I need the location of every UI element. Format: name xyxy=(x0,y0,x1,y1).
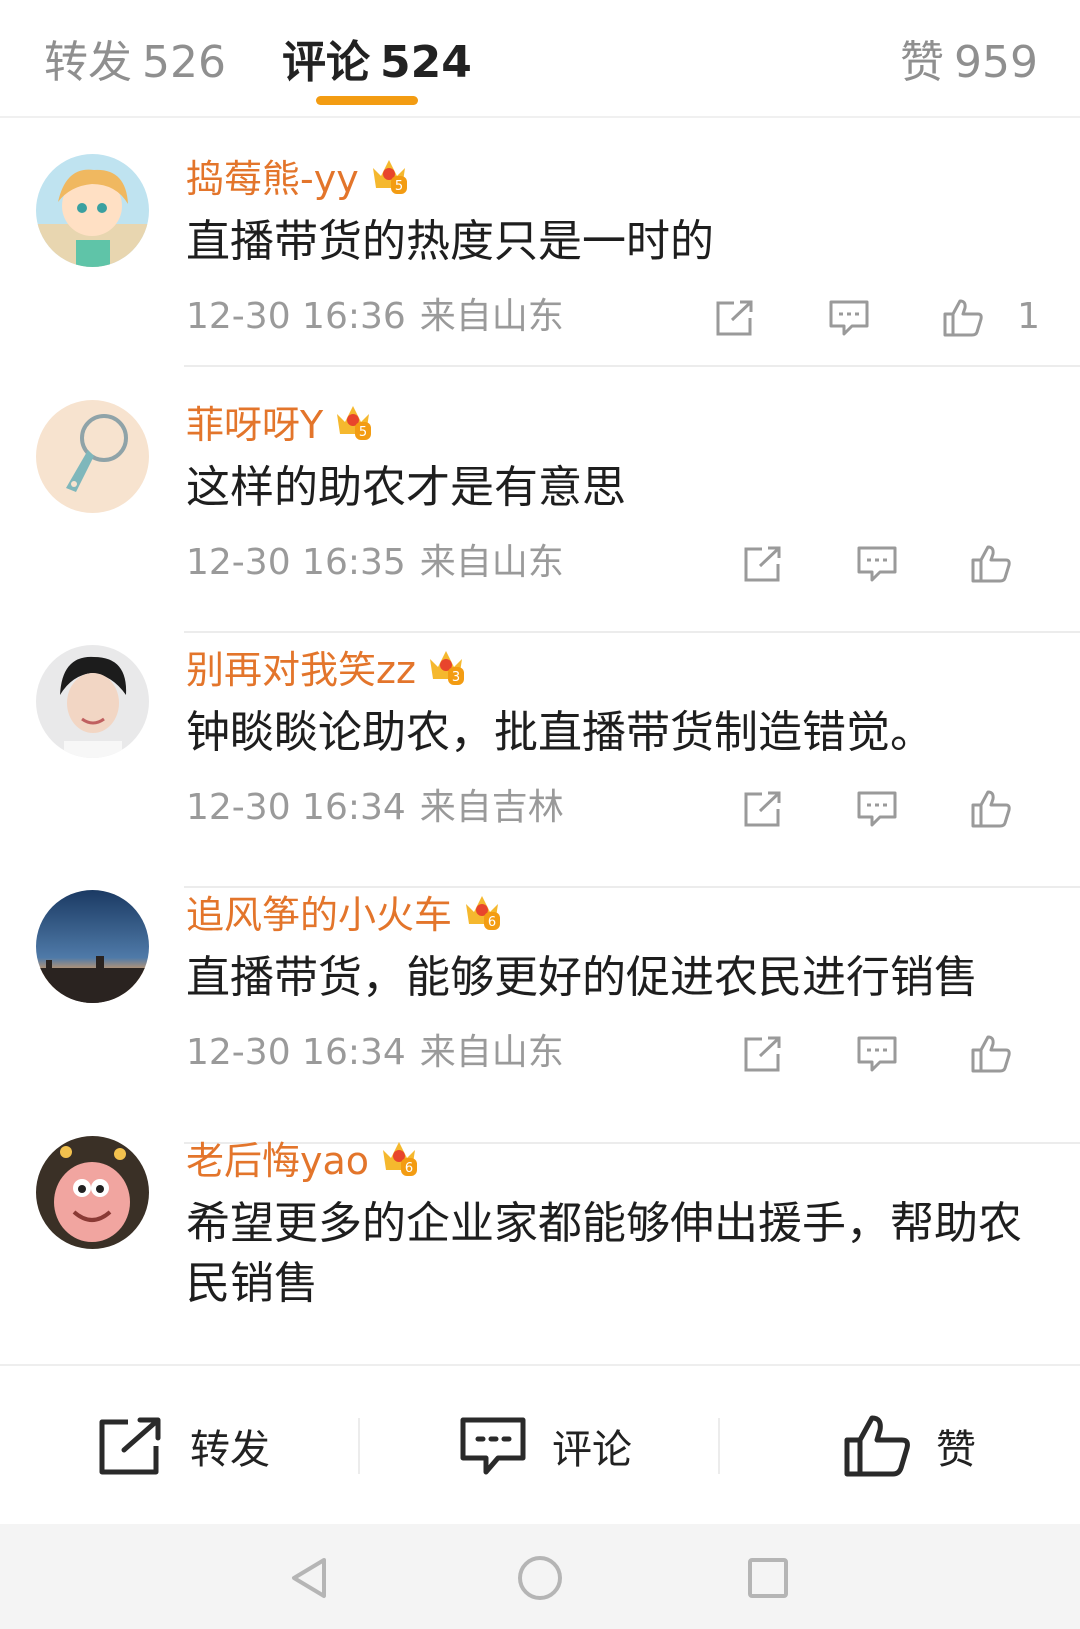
avatar[interactable] xyxy=(36,1136,149,1249)
repost-button[interactable]: 转发 xyxy=(96,1408,270,1484)
thumbs-up-icon[interactable] xyxy=(970,544,1012,584)
comment-location: 来自山东 xyxy=(419,296,564,337)
divider xyxy=(184,365,1080,367)
comment-time: 12-30 16:35 xyxy=(186,542,406,583)
tab-repost[interactable]: 转发 526 xyxy=(44,26,226,90)
share-icon[interactable] xyxy=(742,789,784,829)
comment-text: 希望更多的企业家都能够伸出援手，帮助农民销售 xyxy=(186,1198,1022,1309)
svg-text:5: 5 xyxy=(359,425,367,440)
separator xyxy=(358,1418,360,1474)
tab-comment[interactable]: 评论 524 xyxy=(282,26,472,90)
thumbs-up-icon xyxy=(844,1415,910,1477)
username[interactable]: 捣莓熊-yy xyxy=(186,148,359,203)
crown-badge-icon: 6 xyxy=(466,896,501,930)
comment-button[interactable]: 评论 xyxy=(458,1408,632,1484)
comment-location: 来自山东 xyxy=(419,542,564,583)
comment-text: 直播带货的热度只是一时的 xyxy=(186,216,714,267)
bottom-action-bar: 转发 评论 赞 xyxy=(0,1364,1080,1524)
crown-badge-icon: 5 xyxy=(372,160,407,194)
comment-location: 来自山东 xyxy=(419,1032,564,1073)
share-icon[interactable] xyxy=(742,544,784,584)
like-label: 赞 xyxy=(936,1427,976,1473)
separator xyxy=(718,1418,720,1474)
share-icon[interactable] xyxy=(742,1034,784,1074)
active-tab-indicator xyxy=(316,96,418,105)
comment-icon[interactable] xyxy=(856,544,898,584)
comment-meta: 12-30 16:36 来自山东 xyxy=(186,292,564,342)
avatar[interactable] xyxy=(36,645,149,758)
repost-label: 转发 xyxy=(190,1427,270,1473)
comment-icon[interactable] xyxy=(828,298,870,338)
back-icon[interactable] xyxy=(286,1554,334,1602)
home-icon[interactable] xyxy=(516,1554,564,1602)
tab-comment-count: 524 xyxy=(380,37,472,88)
tab-bar: 转发 526 评论 524 赞 959 xyxy=(0,0,1080,118)
comment-text: 直播带货，能够更好的促进农民进行销售 xyxy=(186,952,978,1003)
comment-icon[interactable] xyxy=(856,1034,898,1074)
recent-apps-icon[interactable] xyxy=(744,1554,792,1602)
comment-time: 12-30 16:34 xyxy=(186,787,406,828)
comment-text: 钟睒睒论助农，批直播带货制造错觉。 xyxy=(186,707,934,758)
username[interactable]: 追风筝的小火车 xyxy=(186,884,452,939)
username[interactable]: 老后悔yao xyxy=(186,1130,369,1185)
avatar[interactable] xyxy=(36,890,149,1003)
like-button[interactable]: 赞 xyxy=(842,1408,976,1484)
svg-text:6: 6 xyxy=(488,915,496,930)
like-count: 1 xyxy=(1017,296,1040,337)
tab-repost-label: 转发 xyxy=(44,37,132,88)
divider xyxy=(184,631,1080,633)
tab-like-count: 959 xyxy=(954,37,1038,88)
crown-badge-icon: 3 xyxy=(429,651,464,685)
system-nav-bar xyxy=(0,1524,1080,1629)
tab-comment-label: 评论 xyxy=(282,37,370,88)
svg-text:3: 3 xyxy=(452,670,460,685)
comment-time: 12-30 16:34 xyxy=(186,1032,406,1073)
crown-badge-icon: 6 xyxy=(383,1142,418,1176)
username[interactable]: 菲呀呀Y xyxy=(186,394,323,449)
comment-icon[interactable] xyxy=(856,789,898,829)
svg-text:5: 5 xyxy=(395,179,403,194)
thumbs-up-icon[interactable] xyxy=(970,1034,1012,1074)
comment-meta: 12-30 16:35 来自山东 xyxy=(186,538,564,588)
svg-text:6: 6 xyxy=(405,1161,413,1176)
comment-meta: 12-30 16:34 来自山东 xyxy=(186,1028,564,1078)
tab-like-label: 赞 xyxy=(900,37,945,88)
comment-time: 12-30 16:36 xyxy=(186,296,406,337)
username[interactable]: 别再对我笑zz xyxy=(186,639,416,694)
tab-repost-count: 526 xyxy=(142,37,226,88)
avatar[interactable] xyxy=(36,400,149,513)
weibo-comments-screen: 转发 526 评论 524 赞 959 捣莓熊-yy 5 直播带货的热度只是一时的 1… xyxy=(0,0,1080,1629)
comment-icon xyxy=(460,1417,526,1475)
thumbs-up-icon[interactable] xyxy=(970,789,1012,829)
crown-badge-icon: 5 xyxy=(337,406,372,440)
avatar[interactable] xyxy=(36,154,149,267)
comment-meta: 12-30 16:34 来自吉林 xyxy=(186,783,564,833)
share-icon xyxy=(99,1417,161,1475)
comment-label: 评论 xyxy=(552,1427,632,1473)
tab-like[interactable]: 赞 959 xyxy=(900,26,1038,90)
comment-location: 来自吉林 xyxy=(419,787,564,828)
comment-text: 这样的助农才是有意思 xyxy=(186,462,626,513)
thumbs-up-icon[interactable] xyxy=(942,298,984,338)
share-icon[interactable] xyxy=(714,298,756,338)
